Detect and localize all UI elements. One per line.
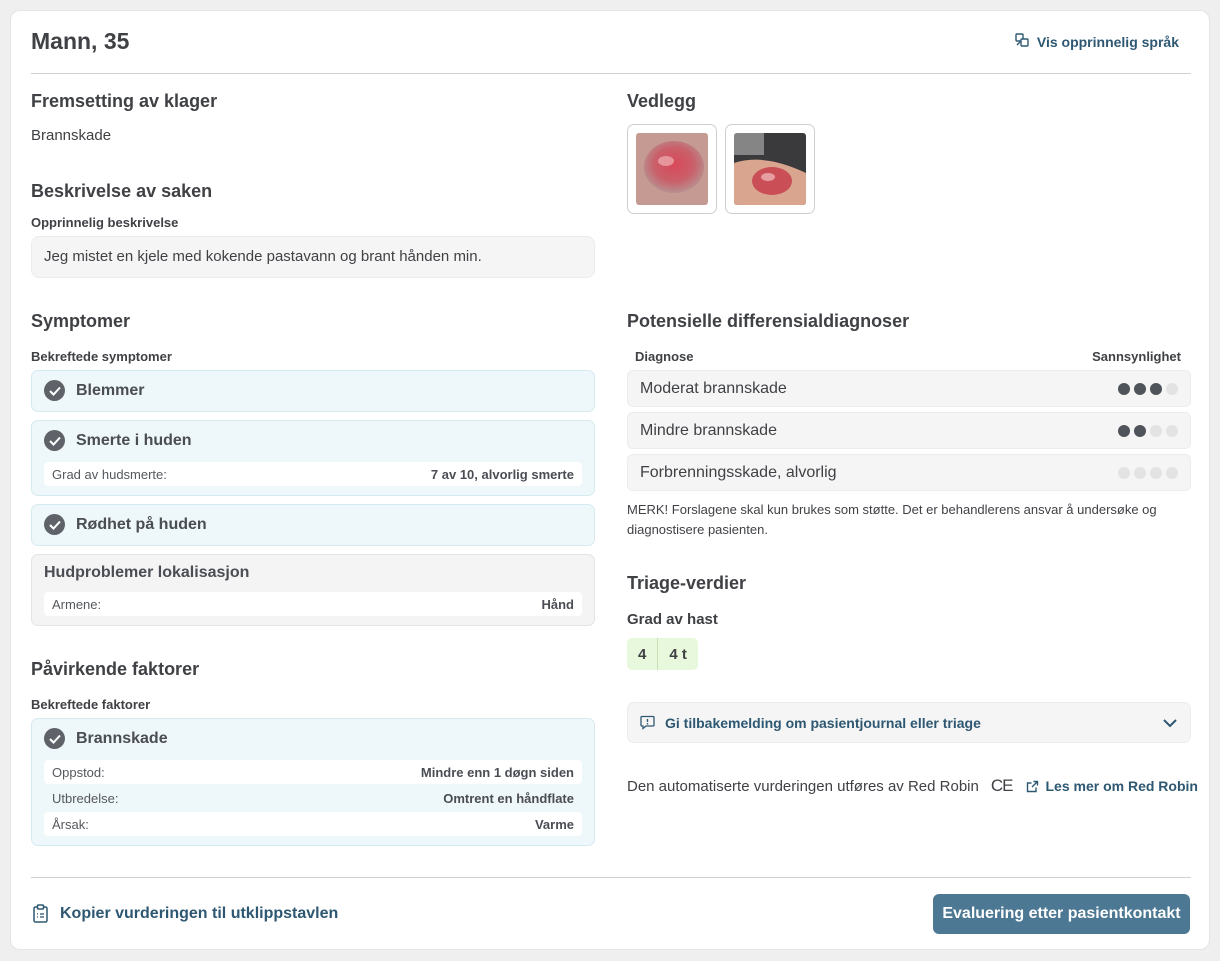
copy-assessment-button[interactable]: Kopier vurderingen til utklippstavlen xyxy=(32,904,338,924)
footer-divider xyxy=(31,877,1191,878)
factors-heading: Påvirkende faktorer xyxy=(31,659,200,679)
patient-title: Mann, 35 xyxy=(31,28,130,54)
probability-dot xyxy=(1118,424,1130,437)
detail-value: 7 av 10, alvorlig smerte xyxy=(430,466,574,482)
assessment-card: Mann, 35 Vis opprinnelig språk Fremsetti… xyxy=(10,10,1210,950)
probability-dot xyxy=(1150,382,1162,395)
probability-dot xyxy=(1134,424,1146,437)
probability-dot xyxy=(1134,382,1146,395)
read-more-label: Les mer om Red Robin xyxy=(1045,778,1198,794)
diagnosis-name: Moderat brannskade xyxy=(640,379,787,397)
detail-value: Omtrent en håndflate xyxy=(443,790,574,806)
factor-label: Brannskade xyxy=(76,729,168,747)
check-circle-icon xyxy=(44,514,65,535)
probability-dots xyxy=(1118,424,1178,437)
attachment-thumbnail[interactable] xyxy=(725,124,815,214)
symptom-item: Blemmer xyxy=(31,370,595,412)
diagnosis-row: Moderat brannskade xyxy=(627,370,1191,407)
feedback-expander[interactable]: Gi tilbakemelding om pasientjournal elle… xyxy=(627,702,1191,743)
detail-key: Grad av hudsmerte: xyxy=(52,466,167,482)
symptoms-heading: Symptomer xyxy=(31,311,131,331)
description-text: Jeg mistet en kjele med kokende pastavan… xyxy=(44,248,482,265)
detail-key: Utbredelse: xyxy=(52,790,119,806)
copy-assessment-label: Kopier vurderingen til utklippstavlen xyxy=(60,905,339,922)
burn-photo-image xyxy=(636,133,708,205)
symptom-detail-row: Grad av hudsmerte: 7 av 10, alvorlig sme… xyxy=(44,462,582,486)
probability-dot xyxy=(1166,424,1178,437)
triage-heading: Triage-verdier xyxy=(627,573,747,593)
detail-value: Hånd xyxy=(541,596,575,612)
probability-dot xyxy=(1118,382,1130,395)
probability-dots xyxy=(1118,466,1178,479)
probability-dot xyxy=(1166,382,1178,395)
description-heading: Beskrivelse av saken xyxy=(31,181,213,201)
detail-key: Årsak: xyxy=(52,816,89,832)
read-more-link[interactable]: Les mer om Red Robin xyxy=(1026,778,1198,794)
diagnosis-row: Forbrenningsskade, alvorlig xyxy=(627,454,1191,491)
red-robin-info: Den automatiserte vurderingen utføres av… xyxy=(627,776,1198,796)
feedback-label: Gi tilbakemelding om pasientjournal elle… xyxy=(665,714,981,731)
diagnoses-disclaimer: MERK! Forslagene skal kun brukes som stø… xyxy=(627,502,1157,537)
diagnosis-row: Mindre brannskade xyxy=(627,412,1191,449)
probability-dot xyxy=(1134,466,1146,479)
complaint-heading: Fremsetting av klager xyxy=(31,91,218,111)
translate-icon xyxy=(1015,33,1029,50)
show-original-language-label: Vis opprinnelig språk xyxy=(1036,33,1179,50)
factors-sublabel: Bekreftede faktorer xyxy=(31,697,151,712)
detail-value: Varme xyxy=(534,816,574,832)
diagnosis-column-header: Diagnose xyxy=(635,349,694,364)
burn-photo-image xyxy=(734,133,806,205)
symptom-item: Smerte i huden Grad av hudsmerte: 7 av 1… xyxy=(31,420,595,496)
factor-detail-row: Utbredelse: Omtrent en håndflate xyxy=(44,786,582,810)
ce-mark: CE xyxy=(990,776,1014,795)
probability-dot xyxy=(1118,466,1130,479)
check-circle-icon xyxy=(44,430,65,451)
attachments-heading: Vedlegg xyxy=(627,91,697,111)
symptom-item: Rødhet på huden xyxy=(31,504,595,546)
symptom-label: Blemmer xyxy=(76,381,145,399)
diagnosis-name: Forbrenningsskade, alvorlig xyxy=(640,463,837,481)
location-label: Hudproblemer lokalisasjon xyxy=(44,564,250,581)
location-item: Hudproblemer lokalisasjon Armene: Hånd xyxy=(31,554,595,626)
urgency-label: Grad av hast xyxy=(627,611,718,628)
probability-column-header: Sannsynlighet xyxy=(1092,349,1181,364)
check-circle-icon xyxy=(44,728,65,749)
evaluate-after-contact-button[interactable]: Evaluering etter pasientkontakt xyxy=(933,894,1190,934)
detail-key: Oppstod: xyxy=(52,764,105,780)
check-circle-icon xyxy=(44,380,65,401)
factor-detail-row: Oppstod: Mindre enn 1 døgn siden xyxy=(44,760,582,784)
feedback-icon xyxy=(640,715,655,730)
diagnosis-name: Mindre brannskade xyxy=(640,421,777,439)
urgency-time: 4 t xyxy=(669,645,687,663)
complaint-value: Brannskade xyxy=(31,127,112,144)
chevron-down-icon xyxy=(1162,715,1178,734)
urgency-level: 4 xyxy=(638,645,647,663)
symptom-label: Smerte i huden xyxy=(76,431,192,449)
symptoms-sublabel: Bekreftede symptomer xyxy=(31,349,172,364)
detail-value: Mindre enn 1 døgn siden xyxy=(420,764,574,780)
diagnoses-heading: Potensielle differensialdiagnoser xyxy=(627,311,910,331)
symptom-label: Rødhet på huden xyxy=(76,515,207,533)
clipboard-icon xyxy=(32,904,50,924)
show-original-language-button[interactable]: Vis opprinnelig språk xyxy=(1015,33,1179,50)
header-divider xyxy=(31,73,1191,74)
factor-item: Brannskade Oppstod: Mindre enn 1 døgn si… xyxy=(31,718,595,846)
external-link-icon xyxy=(1026,780,1039,793)
probability-dot xyxy=(1150,424,1162,437)
description-box: Jeg mistet en kjele med kokende pastavan… xyxy=(31,236,595,278)
urgency-badge: 4 4 t xyxy=(627,638,698,670)
factor-detail-row: Årsak: Varme xyxy=(44,812,582,836)
probability-dot xyxy=(1150,466,1162,479)
probability-dot xyxy=(1166,466,1178,479)
description-sublabel: Opprinnelig beskrivelse xyxy=(31,215,179,230)
probability-dots xyxy=(1118,382,1178,395)
red-robin-text: Den automatiserte vurderingen utføres av… xyxy=(627,777,979,795)
attachment-thumbnail[interactable] xyxy=(627,124,717,214)
detail-key: Armene: xyxy=(52,596,102,612)
location-detail-row: Armene: Hånd xyxy=(44,592,582,616)
